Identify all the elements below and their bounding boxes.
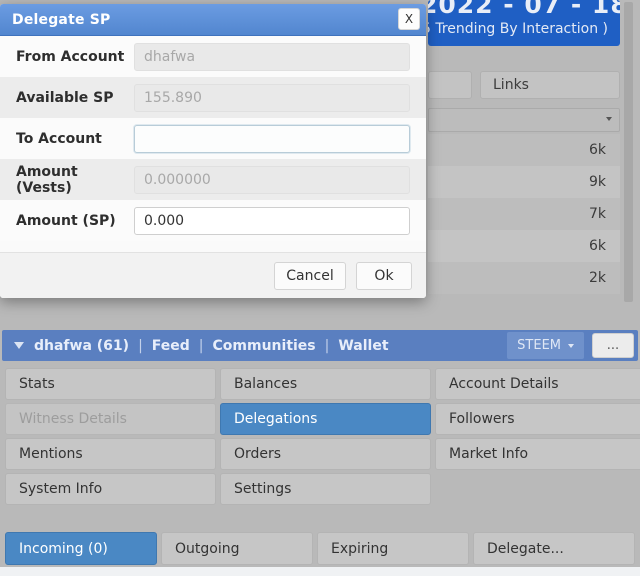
background-button-partial[interactable]: [428, 71, 472, 99]
form-row-amount-vests: Amount (Vests): [0, 159, 426, 200]
chevron-down-icon[interactable]: [14, 342, 24, 349]
menu-item-stats[interactable]: Stats: [5, 368, 216, 400]
label-amount-vests: Amount (Vests): [16, 163, 78, 196]
control-available-sp: [134, 83, 426, 112]
nav-separator: |: [324, 337, 330, 354]
menu-item-system-info[interactable]: System Info: [5, 473, 216, 505]
control-to-account: [134, 124, 426, 153]
table-row[interactable]: 2k: [428, 262, 620, 294]
nav-links: dhafwa (61) | Feed | Communities | Walle…: [34, 338, 389, 354]
bottom-strip: [0, 567, 640, 576]
menu-item-mentions[interactable]: Mentions: [5, 438, 216, 470]
amount-sp-input[interactable]: [134, 206, 410, 235]
ok-button[interactable]: Ok: [356, 261, 412, 290]
form-row-from-account: From Account: [0, 36, 426, 77]
amount-vests-input: [134, 165, 410, 194]
menu-item-orders[interactable]: Orders: [220, 438, 431, 470]
label-to-account: To Account: [16, 130, 102, 147]
dialog-footer: Cancel Ok: [0, 252, 426, 298]
menu-item-settings[interactable]: Settings: [220, 473, 431, 505]
menu-item-market-info[interactable]: Market Info: [435, 438, 640, 470]
menu-grid: Stats Balances Account Details Witness D…: [0, 368, 640, 505]
control-amount-vests: [134, 165, 426, 194]
navbar-right: STEEM ...: [507, 330, 638, 361]
background-date-header: 2022 - 07 - 18 5 Trending By Interaction…: [428, 0, 620, 46]
label-amount-sp: Amount (SP): [16, 212, 116, 229]
table-row[interactable]: 6k: [428, 230, 620, 262]
menu-item-balances[interactable]: Balances: [220, 368, 431, 400]
background-date-text: 2022 - 07 - 18: [428, 0, 620, 19]
cancel-button[interactable]: Cancel: [274, 261, 346, 290]
tab-outgoing[interactable]: Outgoing: [161, 532, 313, 565]
to-account-input[interactable]: [134, 124, 410, 153]
delegate-sp-dialog: Delegate SP X From Account Available SP …: [0, 4, 426, 298]
tab-expiring[interactable]: Expiring: [317, 532, 469, 565]
table-row[interactable]: 9k: [428, 166, 620, 198]
background-scrollbar[interactable]: [624, 2, 633, 302]
nav-item-wallet[interactable]: Wallet: [338, 338, 388, 354]
control-amount-sp: [134, 206, 426, 235]
label-available-sp: Available SP: [16, 89, 114, 106]
app-root: 2022 - 07 - 18 5 Trending By Interaction…: [0, 0, 640, 576]
background-button-links[interactable]: Links: [480, 71, 620, 99]
tab-delegate[interactable]: Delegate...: [473, 532, 635, 565]
background-dropdown[interactable]: [428, 108, 620, 132]
nav-separator: |: [198, 337, 204, 354]
form-row-to-account: To Account: [0, 118, 426, 159]
nav-account[interactable]: dhafwa (61): [34, 338, 129, 354]
nav-item-feed[interactable]: Feed: [152, 338, 190, 354]
background-subtitle-text: 5 Trending By Interaction ): [428, 21, 608, 37]
dialog-titlebar: Delegate SP X: [0, 4, 426, 36]
form-row-amount-sp: Amount (SP): [0, 200, 426, 241]
chevron-down-icon: [606, 117, 612, 121]
menu-item-account-details[interactable]: Account Details: [435, 368, 640, 400]
dialog-title: Delegate SP: [12, 11, 111, 28]
nav-separator: |: [138, 337, 143, 354]
more-options-button[interactable]: ...: [592, 333, 634, 358]
token-selector[interactable]: STEEM: [507, 332, 584, 359]
available-sp-input: [134, 83, 410, 112]
table-row[interactable]: 6k: [428, 134, 620, 166]
menu-item-delegations[interactable]: Delegations: [220, 403, 431, 435]
tab-incoming[interactable]: Incoming (0): [5, 532, 157, 565]
menu-item-witness-details: Witness Details: [5, 403, 216, 435]
menu-grid-spacer: [435, 473, 640, 505]
background-table: 6k 9k 7k 6k 2k: [428, 134, 620, 294]
control-from-account: [134, 42, 426, 71]
chevron-down-icon: [568, 343, 574, 348]
close-icon[interactable]: X: [398, 8, 420, 30]
delegation-tabbar: Incoming (0) Outgoing Expiring Delegate.…: [5, 532, 635, 565]
menu-item-followers[interactable]: Followers: [435, 403, 640, 435]
from-account-input: [134, 42, 410, 71]
nav-item-communities[interactable]: Communities: [213, 338, 316, 354]
form-row-available-sp: Available SP: [0, 77, 426, 118]
token-label: STEEM: [517, 338, 561, 353]
table-row[interactable]: 7k: [428, 198, 620, 230]
navbar: dhafwa (61) | Feed | Communities | Walle…: [2, 330, 638, 361]
dialog-form: From Account Available SP To Account Amo…: [0, 36, 426, 241]
label-from-account: From Account: [16, 48, 125, 65]
